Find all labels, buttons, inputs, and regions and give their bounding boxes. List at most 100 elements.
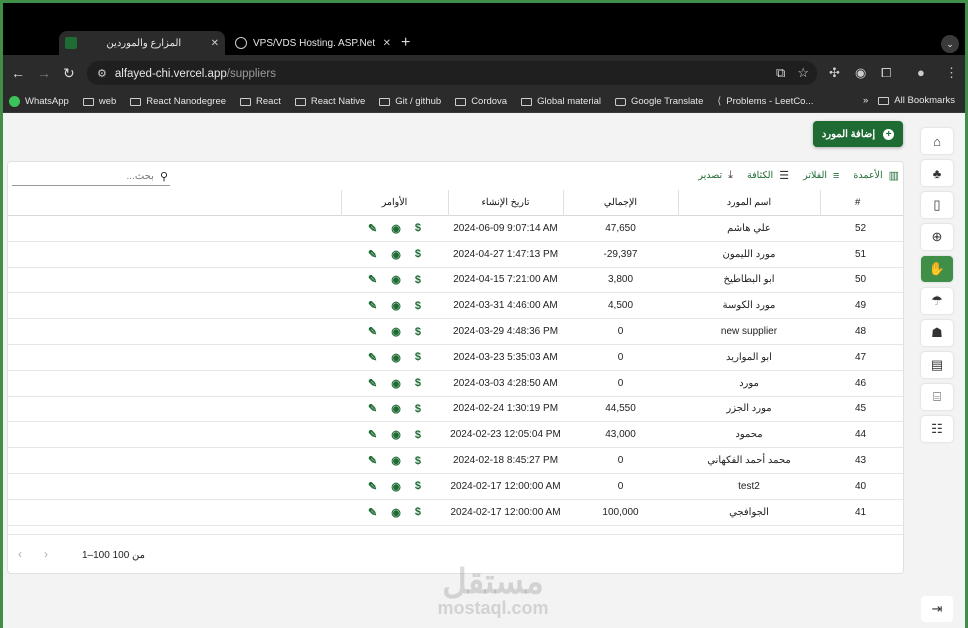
density-button[interactable]: ☰ الكثافة [747,169,789,182]
extension-animal-icon[interactable]: ◉ [855,65,866,81]
edit-icon[interactable]: ✎ [368,222,377,235]
view-icon[interactable]: ◉ [391,299,401,312]
bookmark-whatsapp[interactable]: WhatsApp [9,96,69,107]
site-settings-icon[interactable]: ⚙ [97,67,107,80]
table-row[interactable]: 48 new supplier 0 2024-03-29 4:48:36 PM ✎ ◉ $ [8,319,903,345]
close-tab-icon[interactable]: ✕ [383,38,391,49]
view-icon[interactable]: ◉ [391,248,401,261]
table-row[interactable]: 45 مورد الجزر 44,550 2024-02-24 1:30:19 PM ✎… [8,397,903,423]
edit-icon[interactable]: ✎ [368,299,377,312]
back-icon[interactable]: ← [11,65,25,81]
bookmark-react[interactable]: React [240,96,281,107]
payment-icon[interactable]: $ [415,480,421,492]
payment-icon[interactable]: $ [415,455,421,467]
view-icon[interactable]: ◉ [391,454,401,467]
search-input[interactable] [23,171,154,182]
edit-icon[interactable]: ✎ [368,428,377,441]
next-page-icon[interactable]: › [44,547,48,561]
profile-avatar-icon[interactable]: ● [917,65,925,80]
group-icon[interactable]: ☷ [921,416,953,442]
more-bookmarks-icon[interactable]: » [863,95,868,106]
menu-dots-icon[interactable]: ⋮ [945,65,958,81]
header-name[interactable]: اسم المورد [678,190,820,215]
table-row[interactable]: 52 علي هاشم 47,650 2024-06-09 9:07:14 AM ✎ ◉ $ [8,216,903,242]
edit-icon[interactable]: ✎ [368,377,377,390]
edit-icon[interactable]: ✎ [368,480,377,493]
view-icon[interactable]: ◉ [391,325,401,338]
table-row[interactable]: 40 test2 0 2024-02-17 12:00:00 AM ✎ ◉ $ [8,474,903,500]
header-num[interactable]: # [820,190,903,215]
address-bar[interactable]: ⚙ alfayed-chi.vercel.app/suppliers ⧉ ☆ [87,61,817,85]
table-row[interactable]: 50 ابو البطاطيخ 3,800 2024-04-15 7:21:00 AM… [8,268,903,294]
payment-icon[interactable]: $ [415,506,421,518]
columns-button[interactable]: ▥ الأعمدة [853,169,899,182]
table-row[interactable]: 51 مورد الليمون -29,397 2024-04-27 1:47:13 … [8,242,903,268]
table-row[interactable]: 46 مورد 0 2024-03-03 4:28:50 AM ✎ ◉ $ [8,371,903,397]
table-row[interactable]: 43 محمد أحمد الفكهاني 0 2024-02-18 8:45:27 … [8,448,903,474]
payment-icon[interactable]: $ [415,429,421,441]
tree-icon[interactable]: ♣ [921,160,953,186]
watering-icon[interactable]: ☂ [921,288,953,314]
table-row[interactable]: 49 مورد الكوسة 4,500 2024-03-31 4:46:00 AM ✎… [8,293,903,320]
edit-icon[interactable]: ✎ [368,325,377,338]
building-icon[interactable]: ▯ [921,192,953,218]
payment-icon[interactable]: $ [415,248,421,260]
forward-icon[interactable]: → [37,65,51,81]
bank-icon[interactable]: ⌸ [921,384,953,410]
extension-icon[interactable]: ✣ [829,65,840,81]
home-icon[interactable]: ⌂ [921,128,953,154]
edit-icon[interactable]: ✎ [368,248,377,261]
table-row[interactable]: 41 الجوافجي 100,000 2024-02-17 12:00:00 AM ✎… [8,500,903,526]
view-icon[interactable]: ◉ [391,506,401,519]
payment-icon[interactable]: $ [415,351,421,363]
new-tab-icon[interactable]: + [401,34,410,52]
table-row[interactable]: 47 ابو المواريد 0 2024-03-23 5:35:03 AM ✎ ◉ $ [8,345,903,371]
payment-icon[interactable]: $ [415,403,421,415]
table-row[interactable]: 44 محمود 43,000 2024-02-23 12:05:04 PM ✎ ◉ $ [8,422,903,449]
bookmark-cordova[interactable]: Cordova [455,96,507,107]
payment-icon[interactable]: $ [415,274,421,286]
tab-vps-hosting[interactable]: VPS/VDS Hosting. ASP.Net M ✕ [229,31,397,55]
plus-circle-icon[interactable]: ⊕ [921,224,953,250]
export-button[interactable]: ⤓ تصدير [698,169,733,182]
view-icon[interactable]: ◉ [391,273,401,286]
logout-icon[interactable]: ⇥ [921,596,953,622]
payment-icon[interactable]: $ [415,326,421,338]
bookmark-global-material[interactable]: Global material [521,96,601,107]
header-total[interactable]: الإجمالي [563,190,678,215]
extensions-puzzle-icon[interactable]: ⧠ [881,65,891,81]
view-icon[interactable]: ◉ [391,377,401,390]
view-icon[interactable]: ◉ [391,480,401,493]
reload-icon[interactable]: ↻ [63,65,75,82]
inbox-icon[interactable]: ▤ [921,352,953,378]
payment-icon[interactable]: $ [415,377,421,389]
edit-icon[interactable]: ✎ [368,402,377,415]
view-icon[interactable]: ◉ [391,351,401,364]
add-supplier-button[interactable]: إضافة المورد + [813,121,903,147]
payment-icon[interactable]: $ [415,300,421,312]
search-box[interactable]: ⚲ [12,168,170,186]
payment-icon[interactable]: $ [415,222,421,234]
view-icon[interactable]: ◉ [391,402,401,415]
bookmark-react-nanodegree[interactable]: React Nanodegree [130,96,226,107]
edit-icon[interactable]: ✎ [368,506,377,519]
bookmark-leetcode[interactable]: ⟨ Problems - LeetCo... [717,96,813,107]
tab-suppliers[interactable]: المزارع والموردين ✕ [59,31,225,55]
all-bookmarks[interactable]: All Bookmarks [878,95,955,106]
view-icon[interactable]: ◉ [391,428,401,441]
bookmark-star-icon[interactable]: ☆ [797,65,809,81]
prev-page-icon[interactable]: ‹ [18,547,22,561]
edit-icon[interactable]: ✎ [368,454,377,467]
farmer-icon[interactable]: ✋ [921,256,953,282]
header-date[interactable]: تاريخ الإنشاء [448,190,563,215]
install-app-icon[interactable]: ⧉ [776,65,785,81]
close-tab-icon[interactable]: ✕ [211,38,219,49]
bookmark-web[interactable]: web [82,96,116,107]
edit-icon[interactable]: ✎ [368,273,377,286]
tab-search-icon[interactable]: ⌄ [941,35,959,53]
user-icon[interactable]: ☗ [921,320,953,346]
filters-button[interactable]: ≡ الفلاتر [803,170,839,182]
bookmark-git-github[interactable]: Git / github [379,96,441,107]
bookmark-react-native[interactable]: React Native [294,96,365,107]
bookmark-google-translate[interactable]: Google Translate [615,96,703,107]
